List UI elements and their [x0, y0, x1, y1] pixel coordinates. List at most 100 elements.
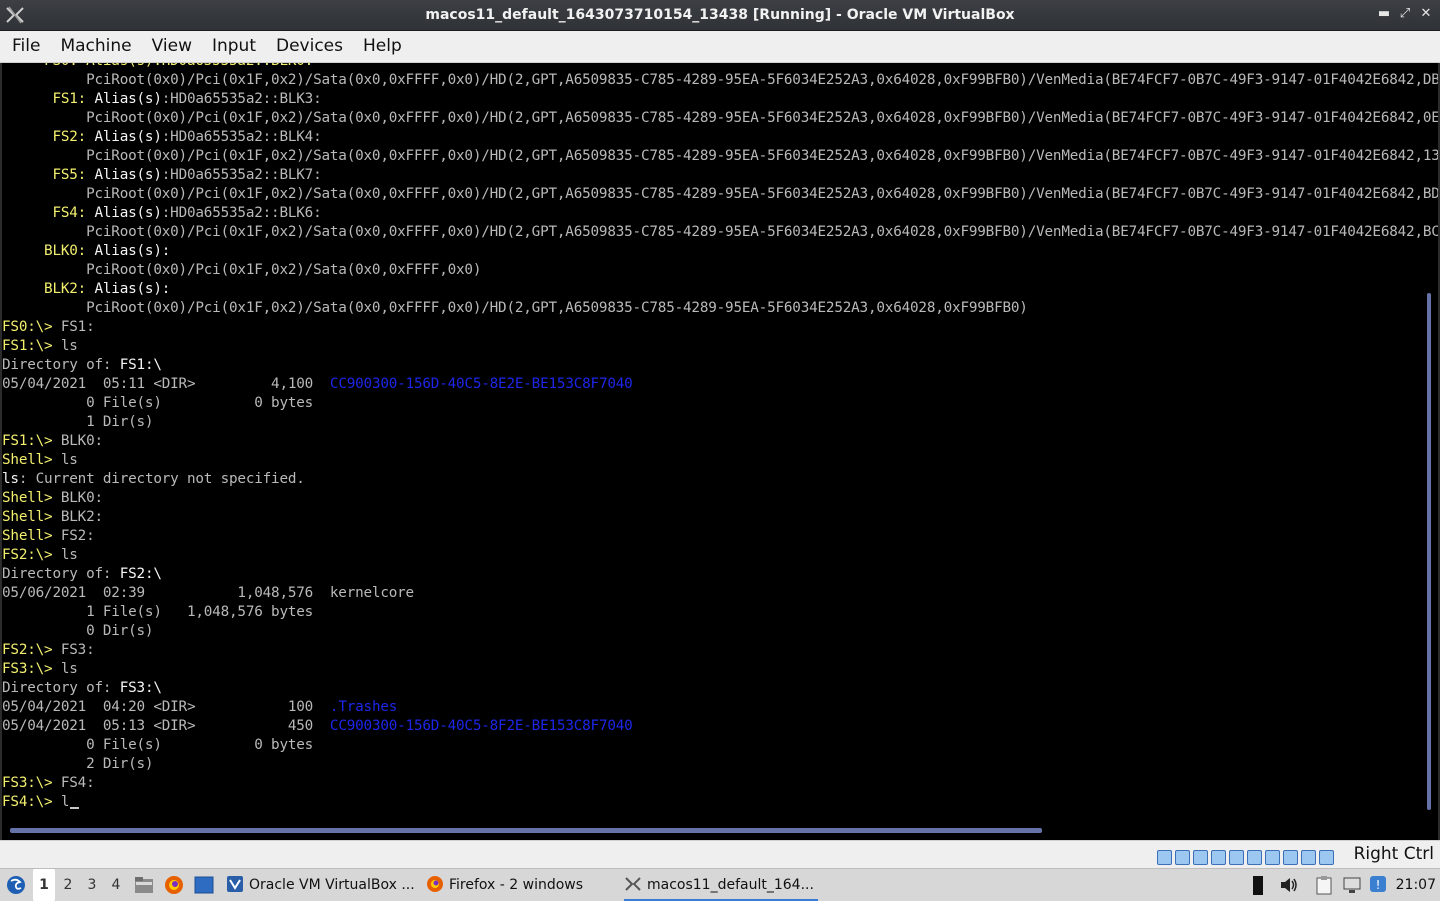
console-line: 0 File(s) 0 bytes — [2, 394, 1438, 413]
svg-text:!: ! — [1376, 878, 1381, 892]
status-icons — [1154, 847, 1334, 866]
console-line: BLK0: Alias(s): — [2, 242, 1438, 261]
clipboard-icon[interactable] — [1314, 875, 1334, 895]
console-text: Directory of: — [2, 357, 120, 373]
console-text: CC900300-156D-40C5-8F2E-BE153C8F7040 — [329, 718, 633, 734]
console-line: 1 File(s) 1,048,576 bytes — [2, 603, 1438, 622]
console-line: Shell> ls — [2, 451, 1438, 470]
console-line: FS2: Alias(s):HD0a65535a2::BLK4: — [2, 128, 1438, 147]
console-line: 1 Dir(s) — [2, 413, 1438, 432]
taskbar: 1 2 3 4 Oracle VM VirtualBox ... Firefox… — [0, 868, 1440, 901]
optical-drive-icon[interactable] — [1175, 850, 1190, 865]
console-line: FS0: Alias(s):HD0a65535a2::BLK0: — [2, 63, 1438, 71]
horizontal-scrollbar[interactable] — [10, 828, 1042, 833]
network-icon[interactable] — [1211, 850, 1226, 865]
console-line: Shell> BLK2: — [2, 508, 1438, 527]
console-text: FS1:\> — [2, 338, 53, 354]
console-text: Shell> — [2, 452, 53, 468]
update-notifier-icon[interactable]: ! — [1369, 875, 1387, 893]
console-text: PciRoot(0x0)/Pci(0x1F,0x2)/Sata(0x0,0xFF… — [2, 300, 1028, 316]
console-text: FS1:\ — [119, 357, 162, 373]
console-text: ls — [52, 547, 78, 563]
minimize-button[interactable]: ▬ — [1376, 6, 1392, 22]
console-text: 05/06/2021 02:39 1,048,576 kernelcore — [2, 585, 414, 601]
console-text: PciRoot(0x0)/Pci(0x1F,0x2)/Sata(0x0,0xFF… — [2, 72, 1438, 88]
console-text: Alias(s): — [86, 243, 171, 259]
console-line: FS1: Alias(s):HD0a65535a2::BLK3: — [2, 90, 1438, 109]
console-text: 1 File(s) 1,048,576 bytes — [2, 604, 314, 620]
workspace-2[interactable]: 2 — [57, 869, 79, 901]
console-text: BLK2: — [52, 509, 103, 525]
vertical-scrollbar[interactable] — [1427, 293, 1431, 810]
vm-status-bar: Right Ctrl — [0, 840, 1440, 868]
console-text: PciRoot(0x0)/Pci(0x1F,0x2)/Sata(0x0,0xFF… — [2, 110, 1438, 126]
console-text: FS0: Alias(s):HD0a65535a2::BLK0: — [2, 63, 313, 69]
console-text: Alias(s) — [86, 205, 162, 221]
console-line: FS3:\> ls — [2, 660, 1438, 679]
vm-display[interactable]: FS0: Alias(s):HD0a65535a2::BLK0: PciRoot… — [2, 63, 1438, 840]
battery-icon[interactable] — [1250, 874, 1266, 896]
hard-disk-icon[interactable] — [1157, 850, 1172, 865]
console-text: ls — [52, 452, 78, 468]
console-text: FS2: — [52, 528, 95, 544]
console-text: PciRoot(0x0)/Pci(0x1F,0x2)/Sata(0x0,0xFF… — [2, 262, 482, 278]
console-text: FS1: — [52, 319, 95, 335]
console-text: FS2:\> — [2, 547, 53, 563]
clock[interactable]: 21:07 — [1396, 869, 1436, 901]
uefi-shell-console: FS0: Alias(s):HD0a65535a2::BLK0: PciRoot… — [2, 63, 1438, 812]
console-text: 1 Dir(s) — [2, 414, 154, 430]
console-text: FS2:\ — [119, 566, 162, 582]
console-text: Shell> — [2, 490, 53, 506]
console-line: Shell> FS2: — [2, 527, 1438, 546]
workspace-3[interactable]: 3 — [81, 869, 103, 901]
menu-help[interactable]: Help — [363, 31, 402, 62]
close-button[interactable]: ✕ — [1418, 6, 1434, 22]
console-line: PciRoot(0x0)/Pci(0x1F,0x2)/Sata(0x0,0xFF… — [2, 109, 1438, 128]
console-line: PciRoot(0x0)/Pci(0x1F,0x2)/Sata(0x0,0xFF… — [2, 223, 1438, 242]
start-menu-icon[interactable] — [6, 875, 26, 895]
workspace-1[interactable]: 1 — [33, 869, 55, 901]
console-text: PciRoot(0x0)/Pci(0x1F,0x2)/Sata(0x0,0xFF… — [2, 224, 1438, 240]
volume-icon[interactable] — [1279, 876, 1299, 894]
task-firefox[interactable]: Firefox - 2 windows — [426, 869, 616, 901]
console-text: PciRoot(0x0)/Pci(0x1F,0x2)/Sata(0x0,0xFF… — [2, 148, 1438, 164]
task-virtualbox-manager[interactable]: Oracle VM VirtualBox ... — [226, 869, 416, 901]
console-text: Shell> — [2, 528, 53, 544]
video-capture-icon[interactable] — [1283, 850, 1298, 865]
display-icon[interactable] — [1265, 850, 1280, 865]
vt-x-icon[interactable] — [1301, 850, 1316, 865]
console-line: PciRoot(0x0)/Pci(0x1F,0x2)/Sata(0x0,0xFF… — [2, 185, 1438, 204]
firefox-icon[interactable] — [164, 875, 184, 895]
shared-folders-icon[interactable] — [1247, 850, 1262, 865]
network-tray-icon[interactable] — [1342, 876, 1362, 894]
maximize-button[interactable]: ⤢ — [1397, 6, 1413, 22]
menu-devices[interactable]: Devices — [276, 31, 343, 62]
menu-input[interactable]: Input — [212, 31, 256, 62]
window-titlebar[interactable]: macos11_default_1643073710154_13438 [Run… — [0, 0, 1440, 31]
console-line: Directory of: FS2:\ — [2, 565, 1438, 584]
menu-view[interactable]: View — [152, 31, 192, 62]
task-vm-window[interactable]: macos11_default_164... — [624, 869, 818, 901]
console-text: :HD0a65535a2::BLK3: — [161, 91, 322, 107]
desktop-icon[interactable] — [194, 876, 214, 894]
menu-bar: File Machine View Input Devices Help — [0, 31, 1440, 63]
menu-file[interactable]: File — [12, 31, 40, 62]
workspace-4[interactable]: 4 — [105, 869, 127, 901]
console-line: FS2:\> ls — [2, 546, 1438, 565]
usb-icon[interactable] — [1229, 850, 1244, 865]
console-text: l — [52, 794, 70, 810]
console-line: PciRoot(0x0)/Pci(0x1F,0x2)/Sata(0x0,0xFF… — [2, 261, 1438, 280]
console-line: FS1:\> ls — [2, 337, 1438, 356]
console-text: PciRoot(0x0)/Pci(0x1F,0x2)/Sata(0x0,0xFF… — [2, 186, 1438, 202]
mouse-integration-icon[interactable] — [1319, 850, 1334, 865]
console-text: BLK0: — [2, 243, 87, 259]
menu-machine[interactable]: Machine — [60, 31, 131, 62]
virtualbox-icon — [227, 876, 243, 892]
file-manager-icon[interactable] — [134, 876, 154, 894]
console-line: Directory of: FS3:\ — [2, 679, 1438, 698]
console-text: Directory of: — [2, 680, 120, 696]
audio-icon[interactable] — [1193, 850, 1208, 865]
console-text: .Trashes — [329, 699, 398, 715]
console-text: Alias(s): — [86, 281, 171, 297]
console-text: BLK0: — [52, 433, 103, 449]
